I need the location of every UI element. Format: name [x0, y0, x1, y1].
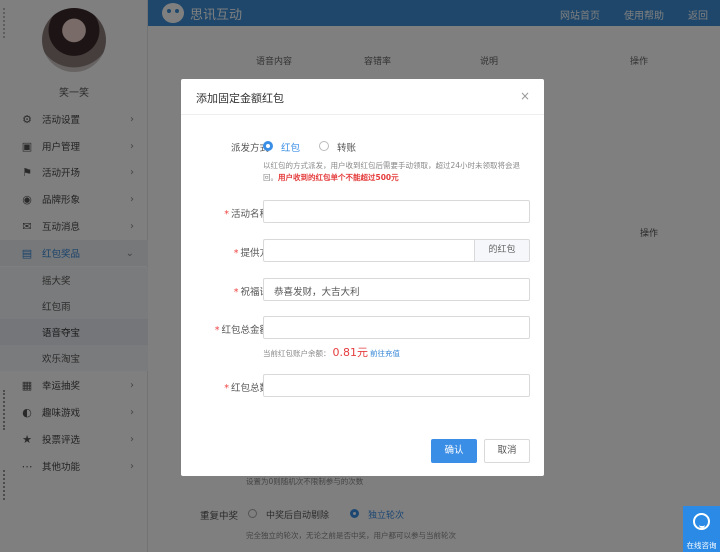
- dispatch-hint: 以红包的方式派发，用户收到红包后需要手动领取，超过24小时未领取将会退回。用户收…: [263, 160, 533, 184]
- dispatch-red-packet-label: 红包: [281, 143, 301, 154]
- balance-prefix: 当前红包账户余额：: [263, 349, 331, 358]
- dispatch-transfer-label: 转账: [337, 143, 357, 154]
- activity-name-input[interactable]: [263, 200, 530, 223]
- blessing-input[interactable]: 恭喜发财，大吉大利: [263, 278, 530, 301]
- recharge-link[interactable]: 前往充值: [370, 349, 400, 358]
- account-balance: 当前红包账户余额： 0.81元 前往充值: [263, 344, 400, 360]
- total-count-input[interactable]: [263, 374, 530, 397]
- dispatch-transfer-radio[interactable]: [319, 141, 329, 151]
- total-amount-label: * 红包总金额: [214, 325, 269, 336]
- dialog-header: 添加固定金额红包 ×: [181, 79, 544, 115]
- cancel-button[interactable]: 取消: [484, 439, 530, 463]
- headset-icon: [693, 513, 710, 530]
- online-consult-button[interactable]: 在线咨询: [683, 506, 720, 552]
- add-fixed-red-packet-dialog: 添加固定金额红包 × 派发方式 红包 转账 以红包的方式派发，用户收到红包后需要…: [181, 79, 544, 476]
- close-icon[interactable]: ×: [520, 89, 530, 103]
- provider-suffix: 的红包: [474, 239, 530, 262]
- online-consult-label: 在线咨询: [686, 541, 717, 550]
- dialog-title: 添加固定金额红包: [196, 92, 284, 105]
- provider-input[interactable]: [263, 239, 475, 262]
- confirm-button[interactable]: 确认: [431, 439, 477, 463]
- dispatch-red-packet-radio[interactable]: [263, 141, 273, 151]
- total-amount-input[interactable]: [263, 316, 530, 339]
- dispatch-hint-warning: 用户收到的红包单个不能超过500元: [278, 173, 399, 182]
- balance-amount: 0.81元: [332, 346, 369, 359]
